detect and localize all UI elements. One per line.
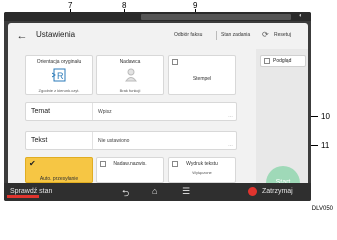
bottom-bar: Sprawdź stan ⮌ ⌂ ☰ Zatrzymaj: [4, 183, 311, 201]
device-screen: ◐ ← Ustawienia Odbiór faksu Stan zadania…: [4, 12, 311, 201]
card-subtitle: Brak funkcji: [119, 88, 141, 93]
card-title: Nadawca: [119, 59, 141, 65]
status-warning-bar: [7, 195, 39, 198]
settings-panel: ← Ustawienia Odbiór faksu Stan zadania ⟳…: [8, 23, 308, 200]
svg-text:R: R: [57, 71, 64, 81]
reset-icon: ⟳: [262, 30, 269, 39]
callout-11: 11: [321, 141, 330, 150]
back-arrow-icon[interactable]: ←: [13, 29, 31, 43]
original-type-link[interactable]: Odbiór faksu: [174, 32, 202, 38]
print-text-card[interactable]: Wydruk tekstu Wyłączone: [168, 157, 236, 183]
text-label: Tekst: [31, 137, 48, 144]
check-status-button[interactable]: Sprawdź stan: [10, 188, 52, 195]
callout-10: 10: [321, 112, 330, 121]
card-title: Orientacja oryginału: [36, 59, 82, 65]
text-row[interactable]: Tekst Nie ustawiono …: [25, 131, 237, 150]
card-subtitle: Zgodnie z kierunk.czyt.: [38, 88, 80, 93]
row-divider: [92, 103, 93, 120]
status-field: [141, 14, 291, 20]
card-title: Nadaw.nazwis.: [113, 161, 147, 167]
subject-value: Wpisz: [98, 109, 112, 115]
auto-send-card[interactable]: ✔ Auto. przesyłanie: [25, 157, 93, 183]
return-icon[interactable]: ⮌: [122, 186, 129, 201]
stop-button[interactable]: Zatrzymaj: [262, 188, 293, 195]
figure-id: DLV050: [311, 206, 333, 212]
stop-icon: [248, 187, 257, 196]
more-dots-icon: …: [228, 113, 233, 119]
preview-checkbox[interactable]: Podgląd: [260, 55, 306, 67]
card-subtitle: Wyłączone: [192, 170, 212, 175]
stamp-card[interactable]: Stempel: [168, 55, 236, 95]
right-pane: Podgląd Start: [256, 49, 308, 200]
check-icon: ✔: [29, 159, 36, 168]
sender-card[interactable]: Nadawca Brak funkcji: [96, 55, 164, 95]
header-separator: [216, 31, 217, 40]
home-icon[interactable]: ⌂: [152, 186, 157, 196]
status-bar: ◐: [4, 12, 311, 21]
menu-icon[interactable]: ☰: [182, 186, 190, 197]
row-divider: [92, 132, 93, 149]
job-status-link[interactable]: Stan zadania: [221, 32, 250, 38]
card-title: Auto. przesyłanie: [39, 176, 79, 182]
person-icon: [125, 68, 137, 82]
stamp-checkbox[interactable]: [172, 59, 178, 65]
more-dots-icon: …: [228, 142, 233, 148]
subject-row[interactable]: Temat Wpisz …: [25, 102, 237, 121]
card-title: Stempel: [192, 76, 212, 82]
preview-label: Podgląd: [273, 58, 292, 64]
reset-link[interactable]: Resetuj: [274, 32, 291, 38]
text-value: Nie ustawiono: [98, 138, 130, 144]
orientation-r-icon: R: [52, 68, 66, 82]
sender-name-card[interactable]: Nadaw.nazwis.: [96, 157, 164, 183]
header: ← Ustawienia Odbiór faksu Stan zadania ⟳…: [8, 23, 308, 49]
subject-label: Temat: [31, 108, 51, 115]
original-orientation-card[interactable]: Orientacja oryginału R Zgodnie z kierunk…: [25, 55, 93, 95]
preview-checkbox-box: [264, 58, 270, 64]
status-icon: ◐: [299, 13, 303, 19]
card-title: Wydruk tekstu: [186, 161, 218, 167]
page-title: Ustawienia: [36, 30, 76, 39]
